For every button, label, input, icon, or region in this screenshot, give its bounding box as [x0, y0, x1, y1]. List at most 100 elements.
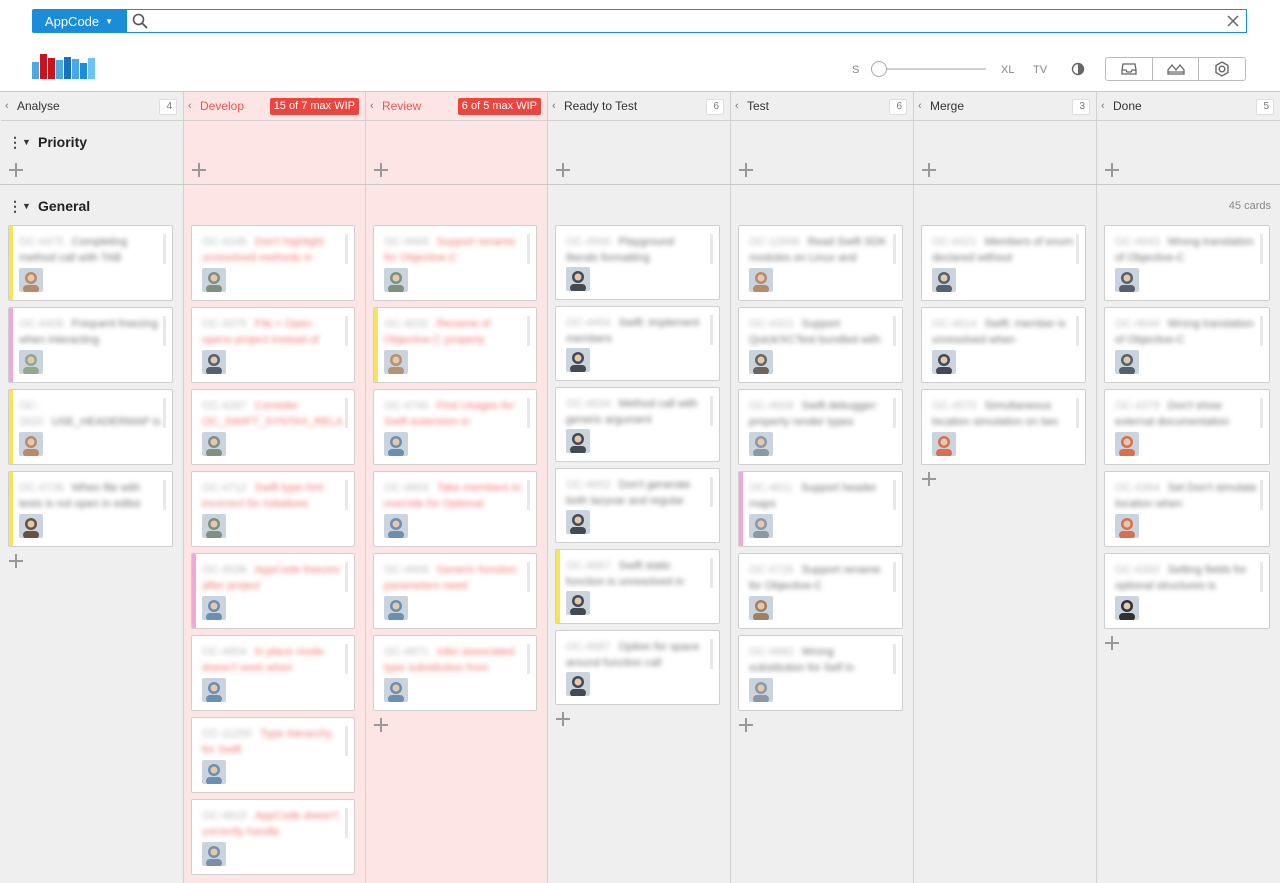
drag-handle-icon[interactable]: ⋮ — [8, 134, 22, 151]
card-summary: OC-4643 Wrong translation of Objective-C — [1115, 234, 1259, 266]
assignee-avatar — [566, 348, 590, 372]
kanban-card[interactable]: OC-4406 Frequent freezing when interactin… — [8, 307, 173, 383]
add-card-plus-icon[interactable] — [922, 163, 936, 177]
contrast-icon[interactable] — [1071, 62, 1085, 76]
add-card-plus-icon[interactable] — [739, 718, 753, 732]
add-card-plus-icon[interactable] — [1105, 163, 1119, 177]
kanban-card[interactable]: OC-4644 Wrong translation of Objective-C — [1104, 307, 1270, 383]
project-selector-button[interactable]: AppCode ▼ — [32, 9, 126, 33]
swimlane-priority-header[interactable]: ⋮ ▼ Priority — [0, 127, 87, 157]
column-header-develop[interactable]: ‹ Develop 15 of 7 max WIP — [184, 92, 365, 121]
column-count-badge: 3 — [1072, 99, 1090, 115]
tv-mode-button[interactable]: TV — [1033, 64, 1047, 76]
kanban-card[interactable]: OC-4712 Swift type hint incorrect for Ini… — [191, 471, 355, 547]
swimlane-general-header[interactable]: ⋮ ▼ General — [0, 191, 90, 221]
kanban-card[interactable]: OC-4321 Support Quick/XCTest bundled with — [738, 307, 903, 383]
card-key: OC-4287 — [202, 400, 247, 412]
kanban-card[interactable]: OC-4726 Support rename for Objective-C — [738, 553, 903, 629]
chevron-left-icon[interactable]: ‹ — [918, 100, 928, 112]
column-header-analyse[interactable]: ‹ Analyse 4 — [1, 92, 183, 121]
kanban-card[interactable]: OC-4815 AppCode doesn't correctly handle — [191, 799, 355, 875]
add-card-plus-icon[interactable] — [9, 163, 23, 177]
chart-view-button[interactable] — [1153, 58, 1200, 80]
kanban-card[interactable]: OC-4603 Take members to override for Opti… — [373, 471, 537, 547]
assignee-avatar — [566, 429, 590, 453]
kanban-card[interactable]: OC-11255 Type hierarchy for Swift — [191, 717, 355, 793]
kanban-card[interactable]: OC-4652 Don't generate both lazyvar and r… — [555, 468, 720, 543]
column-header-review[interactable]: ‹ Review 6 of 5 max WIP — [366, 92, 547, 121]
drag-handle-icon[interactable]: ⋮ — [8, 198, 22, 215]
kanban-card[interactable]: OC-4570 Simultaneous location simulation … — [921, 389, 1086, 465]
card-size-slider[interactable] — [866, 61, 988, 77]
add-card-plus-icon[interactable] — [556, 712, 570, 726]
assignee-avatar — [19, 514, 43, 538]
search-input[interactable] — [155, 12, 1215, 30]
close-icon[interactable] — [1226, 14, 1240, 28]
kanban-card[interactable]: OC-4736 When file with tests is not open … — [8, 471, 173, 547]
kanban-card[interactable]: OC-4538 AppCode freezes after project — [191, 553, 355, 629]
kanban-card[interactable]: OC-3920USE_HEADERMAP is not — [8, 389, 173, 465]
add-card-plus-icon[interactable] — [9, 554, 23, 568]
column-divider — [365, 92, 366, 883]
kanban-card[interactable]: OC-3375 File > Open opens project instead… — [191, 307, 355, 383]
kanban-card[interactable]: OC-4032 Rename of Objective-C property — [373, 307, 537, 383]
search-field[interactable] — [126, 9, 1247, 33]
chevron-left-icon[interactable]: ‹ — [188, 100, 198, 112]
card-key: OC-4454 — [566, 317, 611, 329]
kanban-card[interactable]: OC-4804 In place mode doesn't work when — [191, 635, 355, 711]
column-header-test[interactable]: ‹ Test 6 — [731, 92, 913, 121]
kanban-card[interactable]: OC-4421 Members of enum declared without — [921, 225, 1086, 301]
kanban-card[interactable]: OC-4248 Don't highlight unresolved method… — [191, 225, 355, 301]
card-key: OC-4712 — [202, 482, 247, 494]
inbox-view-button[interactable] — [1106, 58, 1153, 80]
chevron-left-icon[interactable]: ‹ — [370, 100, 380, 112]
slider-thumb[interactable] — [871, 61, 888, 77]
triangle-down-icon[interactable]: ▼ — [22, 201, 34, 211]
column-header-merge[interactable]: ‹ Merge 3 — [914, 92, 1096, 121]
chevron-left-icon[interactable]: ‹ — [552, 100, 562, 112]
settings-view-button[interactable] — [1199, 58, 1245, 80]
assignee-avatar — [19, 432, 43, 456]
kanban-card[interactable]: OC-4500 Playground literals formatting — [555, 225, 720, 300]
card-scrollbar — [893, 562, 896, 592]
kanban-card[interactable]: OC-4393 Setting fields for optional struc… — [1104, 553, 1270, 629]
card-key: OC-4687 — [566, 641, 611, 653]
assignee-avatar — [202, 514, 226, 538]
kanban-card[interactable]: OC-4384 Set Don't simulate location when — [1104, 471, 1270, 547]
add-card-plus-icon[interactable] — [922, 472, 936, 486]
card-scrollbar — [710, 315, 713, 345]
card-scrollbar — [345, 316, 348, 346]
kanban-card[interactable]: OC-4609 Generic function parameters need — [373, 553, 537, 629]
kanban-card[interactable]: OC-4608 Swift debugger: property render t… — [738, 389, 903, 465]
kanban-card[interactable]: OC-4667 Swift static function is unresolv… — [555, 549, 720, 624]
card-key: OC-4671 — [384, 646, 429, 658]
kanban-card[interactable]: OC-4287 Consider OC_SWIFT_SYNTAX_RELA — [191, 389, 355, 465]
kanban-card[interactable]: OC-4669 Support rename for Objective-C — [373, 225, 537, 301]
chevron-left-icon[interactable]: ‹ — [1101, 100, 1111, 112]
kanban-card[interactable]: OC-4682 Wrong substitution for Self in — [738, 635, 903, 711]
chevron-left-icon[interactable]: ‹ — [735, 100, 745, 112]
chevron-left-icon[interactable]: ‹ — [5, 100, 15, 112]
kanban-card[interactable]: OC-4634 Method call with generic argument — [555, 387, 720, 462]
card-key: OC-4609 — [384, 564, 429, 576]
column-header-ready[interactable]: ‹ Ready to Test 6 — [548, 92, 730, 121]
kanban-card[interactable]: OC-4671 Infer associated type substitutio… — [373, 635, 537, 711]
assignee-avatar — [202, 760, 226, 784]
add-card-plus-icon[interactable] — [739, 163, 753, 177]
kanban-card[interactable]: OC-4614 Swift: member is unresolved when — [921, 307, 1086, 383]
add-card-plus-icon[interactable] — [556, 163, 570, 177]
add-card-plus-icon[interactable] — [192, 163, 206, 177]
triangle-down-icon[interactable]: ▼ — [22, 137, 34, 147]
kanban-card[interactable]: OC-4643 Wrong translation of Objective-C — [1104, 225, 1270, 301]
add-card-plus-icon[interactable] — [374, 163, 388, 177]
kanban-card[interactable]: OC-4611 Support header maps — [738, 471, 903, 547]
kanban-card[interactable]: OC-4454 Swift: implement members — [555, 306, 720, 381]
add-card-plus-icon[interactable] — [374, 718, 388, 732]
kanban-card[interactable]: OC-4740 Find Usages for Swift extension i… — [373, 389, 537, 465]
kanban-card[interactable]: OC-4687 Option for space around function … — [555, 630, 720, 705]
add-card-plus-icon[interactable] — [1105, 636, 1119, 650]
kanban-card[interactable]: OC-4475 Completing method call with TAB — [8, 225, 173, 301]
kanban-card[interactable]: OC-4379 Don't show external documentation — [1104, 389, 1270, 465]
column-header-done[interactable]: ‹ Done 5 — [1097, 92, 1280, 121]
kanban-card[interactable]: OC-12696 Read Swift SDK modules on Linux … — [738, 225, 903, 301]
